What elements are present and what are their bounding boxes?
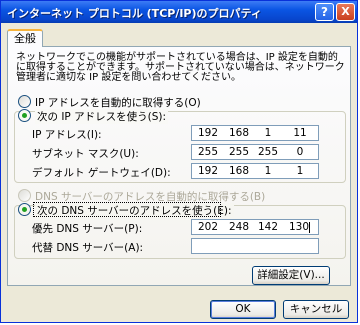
- preferred-dns-label: 優先 DNS サーバー(P):: [32, 223, 143, 235]
- advanced-button[interactable]: 詳細設定(V)...: [252, 266, 330, 285]
- ok-button[interactable]: OK: [210, 300, 276, 319]
- close-icon: X: [341, 5, 350, 18]
- ip-auto-label[interactable]: IP アドレスを自動的に取得する(O): [35, 95, 201, 110]
- text-caret: [309, 222, 310, 233]
- octet-2[interactable]: 248: [227, 221, 251, 233]
- ip-address-input[interactable]: 192 168 1 11: [191, 125, 319, 141]
- octet-1[interactable]: 202: [196, 221, 220, 233]
- focus-rectangle: [33, 202, 221, 217]
- description-text: ネットワークでこの機能がサポートされている場合は、IP 設定を自動的に取得するこ…: [16, 52, 345, 83]
- gateway-input[interactable]: 192 168 1 1: [191, 163, 319, 179]
- octet-1[interactable]: 192: [196, 127, 220, 139]
- help-button[interactable]: ?: [315, 3, 334, 21]
- octet-2[interactable]: 168: [227, 165, 251, 177]
- octet-2[interactable]: 168: [227, 127, 251, 139]
- octet-4[interactable]: 11: [288, 127, 312, 139]
- preferred-dns-input[interactable]: 202 248 142 130: [191, 219, 319, 235]
- octet-1[interactable]: 255: [196, 146, 220, 158]
- dialog-window: インターネット プロトコル (TCP/IP)のプロパティ ? X 全般 ネットワ…: [0, 0, 358, 323]
- cancel-button[interactable]: キャンセル: [283, 300, 349, 319]
- alternate-dns-input[interactable]: [191, 238, 319, 254]
- help-icon: ?: [321, 5, 328, 19]
- octet-4[interactable]: 130: [287, 221, 311, 233]
- subnet-mask-label: サブネット マスク(U):: [32, 148, 139, 160]
- ip-manual-label[interactable]: 次の IP アドレスを使う(S):: [35, 109, 168, 124]
- title-bar[interactable]: インターネット プロトコル (TCP/IP)のプロパティ ? X: [1, 1, 357, 23]
- alternate-dns-label: 代替 DNS サーバー(A):: [32, 242, 144, 254]
- ip-manual-radio[interactable]: [18, 109, 31, 122]
- ip-address-label: IP アドレス(I):: [32, 129, 102, 141]
- octet-4[interactable]: 0: [288, 146, 312, 158]
- octet-3[interactable]: 255: [256, 146, 280, 158]
- dns-manual-radio[interactable]: [18, 203, 31, 216]
- octet-3[interactable]: 1: [256, 165, 280, 177]
- octet-3[interactable]: 1: [256, 127, 280, 139]
- octet-1[interactable]: 192: [196, 165, 220, 177]
- window-title: インターネット プロトコル (TCP/IP)のプロパティ: [7, 7, 262, 20]
- octet-2[interactable]: 255: [227, 146, 251, 158]
- subnet-mask-input[interactable]: 255 255 255 0: [191, 144, 319, 160]
- ip-auto-radio[interactable]: [18, 95, 31, 108]
- octet-4[interactable]: 1: [288, 165, 312, 177]
- general-panel: ネットワークでこの機能がサポートされている場合は、IP 設定を自動的に取得するこ…: [7, 46, 351, 286]
- octet-3[interactable]: 142: [256, 221, 280, 233]
- close-button[interactable]: X: [336, 3, 355, 21]
- gateway-label: デフォルト ゲートウェイ(D):: [32, 167, 171, 179]
- tab-general[interactable]: 全般: [7, 29, 43, 47]
- dns-auto-radio[interactable]: [18, 189, 31, 202]
